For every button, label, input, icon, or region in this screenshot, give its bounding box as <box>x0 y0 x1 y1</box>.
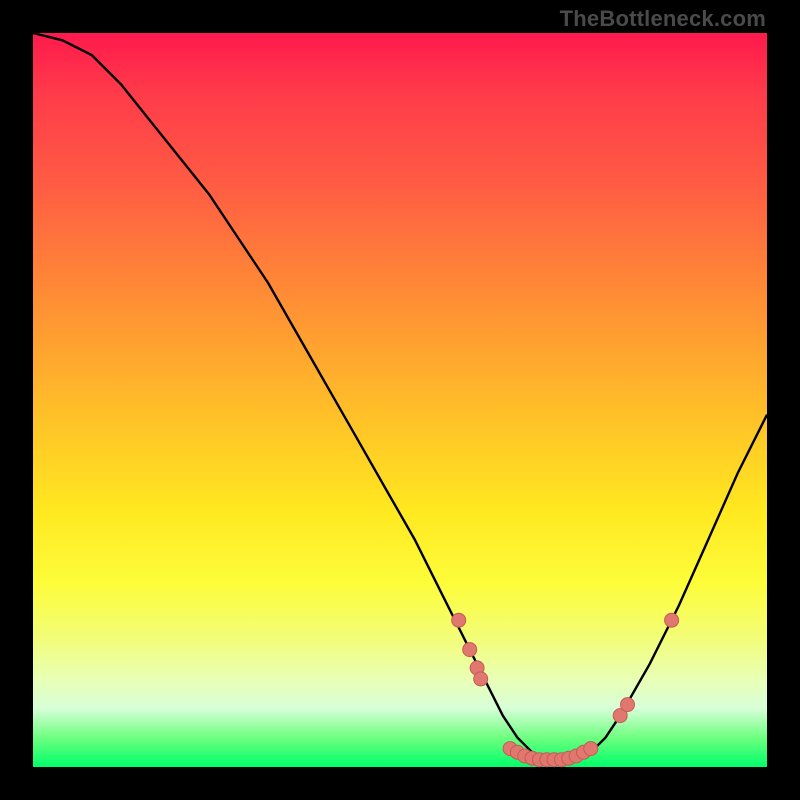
highlight-dot <box>452 613 466 627</box>
bottleneck-curve <box>33 33 767 760</box>
highlight-dot <box>665 613 679 627</box>
highlight-dot <box>584 742 598 756</box>
highlight-dot <box>474 672 488 686</box>
watermark-text: TheBottleneck.com <box>560 6 766 32</box>
highlight-dot <box>621 698 635 712</box>
plot-area <box>33 33 767 767</box>
chart-frame: TheBottleneck.com <box>0 0 800 800</box>
chart-svg <box>33 33 767 767</box>
highlight-dot <box>463 643 477 657</box>
highlight-dots-group <box>452 613 679 767</box>
